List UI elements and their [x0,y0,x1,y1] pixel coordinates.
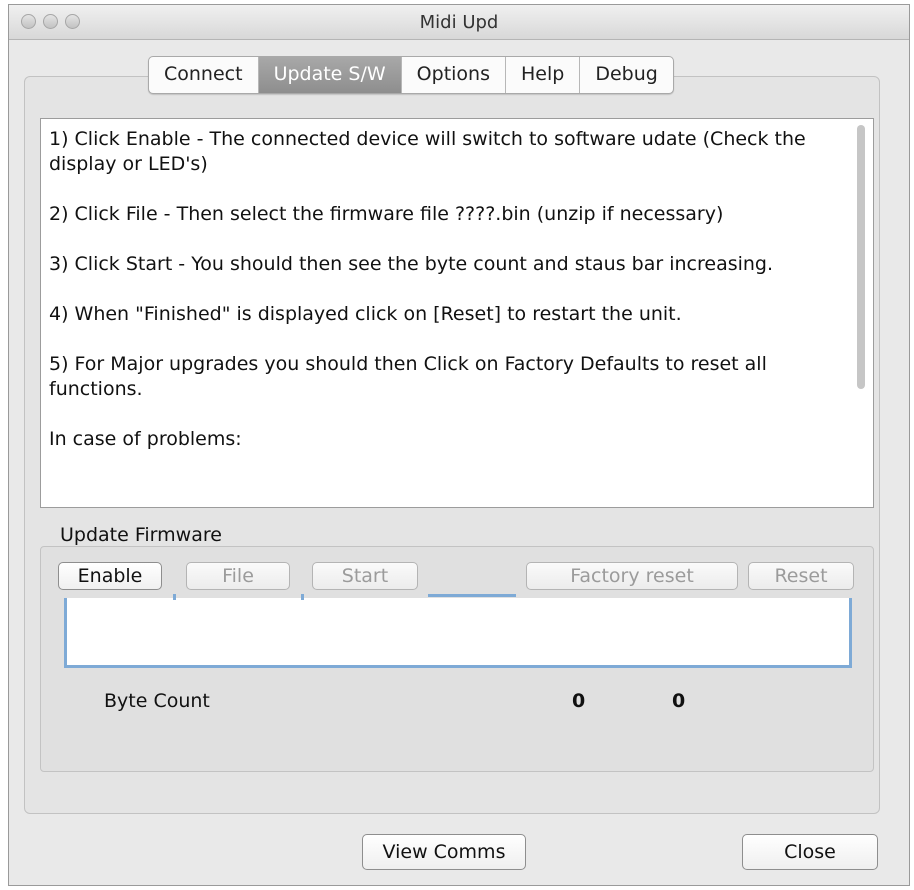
view-comms-button[interactable]: View Comms [362,834,526,870]
factory-reset-button[interactable]: Factory reset [526,562,738,590]
start-button[interactable]: Start [312,562,418,590]
tab-options[interactable]: Options [402,57,506,93]
tab-update-sw[interactable]: Update S/W [258,57,402,93]
progress-bar-tick [301,594,304,600]
vertical-scrollbar[interactable] [857,125,865,389]
tab-bar: Connect Update S/W Options Help Debug [148,56,674,94]
progress-bar [64,598,852,668]
progress-bar-tick [173,594,176,600]
tab-connect[interactable]: Connect [149,57,259,93]
tab-debug[interactable]: Debug [580,57,672,93]
instructions-textbox[interactable]: 1) Click Enable - The connected device w… [40,118,874,508]
instructions-text: 1) Click Enable - The connected device w… [49,128,806,450]
title-bar: Midi Upd [9,5,909,40]
window-title: Midi Upd [419,12,499,33]
tab-help[interactable]: Help [506,57,581,93]
enable-button[interactable]: Enable [58,562,162,590]
file-button[interactable]: File [186,562,290,590]
close-button[interactable]: Close [742,834,878,870]
reset-button[interactable]: Reset [748,562,854,590]
progress-bar-edge [428,594,516,597]
byte-total-value: 0 [672,690,686,712]
byte-count-value: 0 [572,690,586,712]
update-firmware-label: Update Firmware [60,524,222,546]
byte-count-label: Byte Count [104,690,210,712]
